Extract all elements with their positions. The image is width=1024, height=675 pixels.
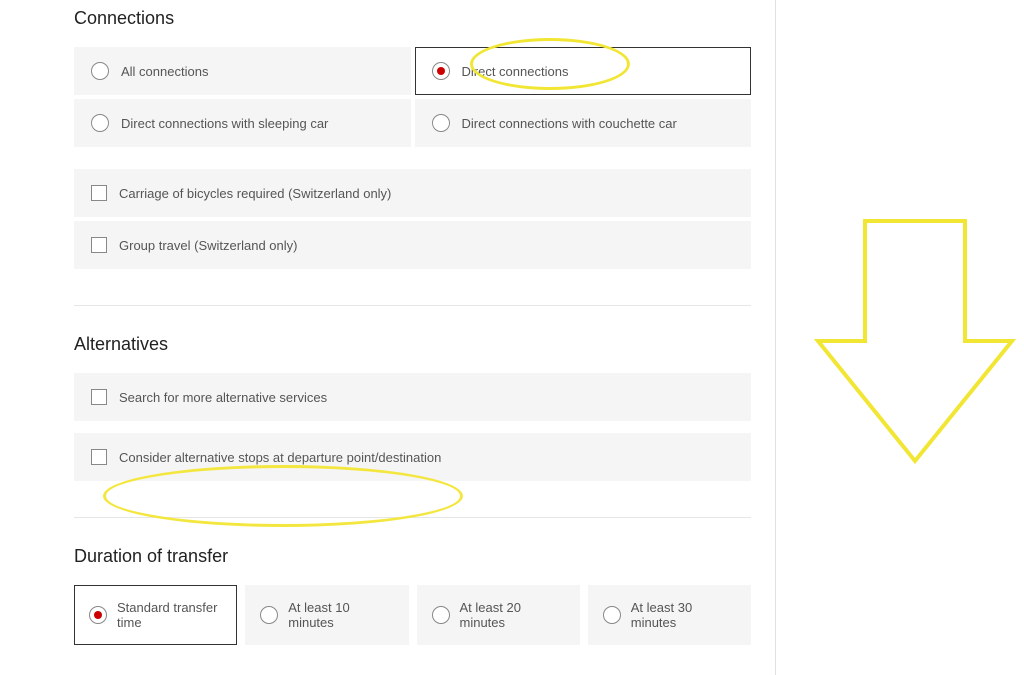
checkbox-icon bbox=[91, 237, 107, 253]
radio-icon bbox=[91, 114, 109, 132]
option-direct-connections[interactable]: Direct connections bbox=[415, 47, 752, 95]
option-sleeping-car[interactable]: Direct connections with sleeping car bbox=[74, 99, 411, 147]
connections-title: Connections bbox=[74, 8, 751, 29]
checkbox-group-travel[interactable]: Group travel (Switzerland only) bbox=[74, 221, 751, 269]
group-row: Group travel (Switzerland only) bbox=[74, 221, 751, 269]
divider bbox=[74, 517, 751, 518]
option-label: Search for more alternative services bbox=[119, 390, 327, 405]
option-label: At least 20 minutes bbox=[460, 600, 565, 630]
option-label: Carriage of bicycles required (Switzerla… bbox=[119, 186, 391, 201]
arrow-down-icon bbox=[810, 215, 1020, 475]
checkbox-bicycles[interactable]: Carriage of bicycles required (Switzerla… bbox=[74, 169, 751, 217]
checkbox-icon bbox=[91, 185, 107, 201]
option-label: Direct connections with couchette car bbox=[462, 116, 677, 131]
option-twenty-minutes[interactable]: At least 20 minutes bbox=[417, 585, 580, 645]
option-label: Group travel (Switzerland only) bbox=[119, 238, 297, 253]
alternatives-row-2: Consider alternative stops at departure … bbox=[74, 433, 751, 481]
checkbox-alt-stops[interactable]: Consider alternative stops at departure … bbox=[74, 433, 751, 481]
radio-icon bbox=[432, 114, 450, 132]
option-label: Consider alternative stops at departure … bbox=[119, 450, 441, 465]
option-couchette-car[interactable]: Direct connections with couchette car bbox=[415, 99, 752, 147]
option-label: Direct connections bbox=[462, 64, 569, 79]
checkbox-icon bbox=[91, 389, 107, 405]
radio-icon bbox=[260, 606, 278, 624]
radio-icon bbox=[432, 606, 450, 624]
option-ten-minutes[interactable]: At least 10 minutes bbox=[245, 585, 408, 645]
radio-icon bbox=[89, 606, 107, 624]
radio-icon bbox=[603, 606, 621, 624]
divider bbox=[74, 305, 751, 306]
checkbox-icon bbox=[91, 449, 107, 465]
radio-icon bbox=[432, 62, 450, 80]
alternatives-title: Alternatives bbox=[74, 334, 751, 355]
transfer-row: Standard transfer time At least 10 minut… bbox=[74, 585, 751, 645]
radio-icon bbox=[91, 62, 109, 80]
option-label: Standard transfer time bbox=[117, 600, 222, 630]
option-label: At least 30 minutes bbox=[631, 600, 736, 630]
bicycles-row: Carriage of bicycles required (Switzerla… bbox=[74, 169, 751, 217]
transfer-title: Duration of transfer bbox=[74, 546, 751, 567]
option-label: Direct connections with sleeping car bbox=[121, 116, 328, 131]
connections-row-1: All connections Direct connections bbox=[74, 47, 751, 95]
option-label: At least 10 minutes bbox=[288, 600, 393, 630]
option-standard-transfer[interactable]: Standard transfer time bbox=[74, 585, 237, 645]
checkbox-more-services[interactable]: Search for more alternative services bbox=[74, 373, 751, 421]
option-all-connections[interactable]: All connections bbox=[74, 47, 411, 95]
connections-row-2: Direct connections with sleeping car Dir… bbox=[74, 99, 751, 147]
option-thirty-minutes[interactable]: At least 30 minutes bbox=[588, 585, 751, 645]
settings-panel: Connections All connections Direct conne… bbox=[50, 0, 776, 675]
option-label: All connections bbox=[121, 64, 208, 79]
alternatives-row-1: Search for more alternative services bbox=[74, 373, 751, 421]
